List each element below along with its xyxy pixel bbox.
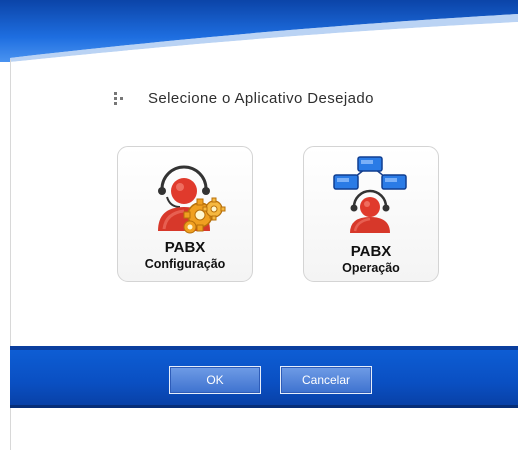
- instruction-text: Selecione o Aplicativo Desejado: [148, 89, 374, 107]
- tile-label-line1: PABX: [164, 239, 206, 256]
- dots-icon: [112, 91, 126, 105]
- cancel-button[interactable]: Cancelar: [280, 366, 372, 394]
- app-tile-pabx-configuracao[interactable]: PABX Configuração: [117, 146, 253, 282]
- ok-button[interactable]: OK: [169, 366, 261, 394]
- instruction-row: Selecione o Aplicativo Desejado: [112, 88, 374, 108]
- tile-label-line2: Operação: [342, 261, 400, 275]
- tile-label-line2: Configuração: [144, 257, 226, 271]
- header-banner: [0, 0, 518, 62]
- tile-label-line1: PABX: [350, 243, 392, 260]
- button-bar: OK Cancelar: [10, 346, 518, 408]
- app-tile-pabx-operacao[interactable]: PABX Operação: [303, 146, 439, 282]
